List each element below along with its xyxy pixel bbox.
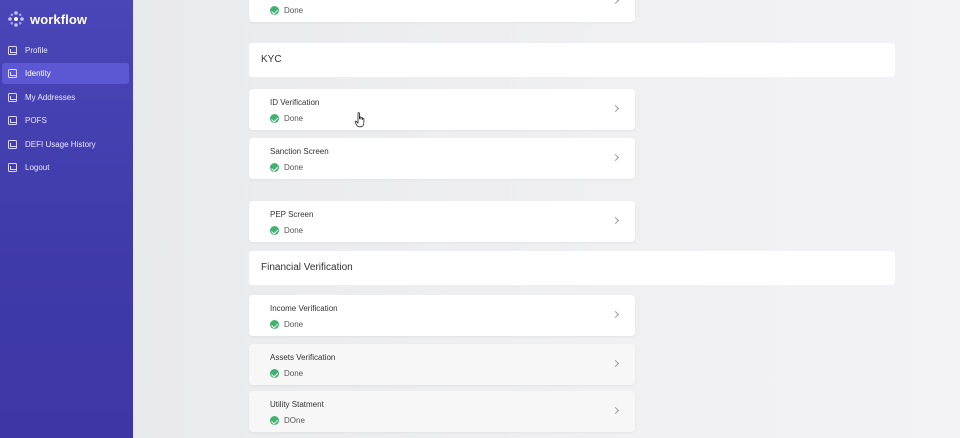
section-title: KYC — [261, 54, 282, 65]
status-text: Done — [284, 320, 304, 329]
card-title: ID Verification — [270, 98, 320, 107]
sidebar-item-identity[interactable]: Identity — [2, 63, 129, 85]
section-title: Financial Verification — [261, 262, 353, 273]
check-circle-icon — [270, 114, 279, 123]
sidebar-item-label: My Addresses — [25, 92, 76, 102]
chevron-right-icon — [611, 216, 620, 225]
chart-icon — [8, 139, 17, 149]
card-title: Assets Verification — [270, 353, 336, 362]
status: Done — [270, 226, 303, 235]
verification-card-income-verification[interactable]: Income Verification Done — [249, 295, 635, 336]
card-title: PEP Screen — [270, 210, 314, 219]
status-text: DOne — [284, 416, 305, 425]
chart-icon — [8, 92, 17, 102]
sidebar-item-logout[interactable]: Logout — [2, 157, 129, 178]
status: Done — [270, 6, 303, 15]
check-circle-icon — [270, 416, 279, 425]
sidebar-item-pofs[interactable]: POFS — [2, 110, 129, 131]
chevron-right-icon — [611, 104, 620, 113]
verification-card-top[interactable]: Done — [249, 0, 635, 22]
chart-icon — [8, 162, 17, 172]
sidebar-item-label: Profile — [25, 46, 48, 55]
check-circle-icon — [270, 369, 279, 378]
check-circle-icon — [270, 320, 279, 329]
chevron-right-icon — [611, 0, 620, 5]
chevron-right-icon — [611, 359, 620, 368]
status: Done — [270, 320, 303, 329]
sidebar-item-label: DEFI Usage History — [25, 139, 96, 149]
verification-card-utility-statment[interactable]: Utility Statment DOne — [249, 391, 635, 432]
section-financial-verification: Financial Verification — [249, 251, 895, 285]
chart-icon — [8, 46, 17, 55]
status: Done — [270, 163, 303, 172]
card-title: Utility Statment — [270, 400, 324, 409]
sidebar-item-label: Logout — [25, 162, 50, 172]
status: DOne — [270, 416, 305, 425]
brand-name: workflow — [30, 11, 88, 27]
status-text: Done — [284, 163, 304, 172]
sidebar-item-label: POFS — [25, 116, 47, 126]
status-text: Done — [284, 6, 304, 15]
check-circle-icon — [270, 6, 279, 15]
sidebar-item-my-addresses[interactable]: My Addresses — [2, 87, 129, 108]
sidebar-item-profile[interactable]: Profile — [2, 40, 129, 61]
sidebar: workflow Profile Identity My Addresses P… — [0, 0, 133, 438]
sidebar-item-label: Identity — [25, 69, 51, 79]
check-circle-icon — [270, 226, 279, 235]
status: Done — [270, 369, 303, 378]
chart-icon — [8, 69, 17, 79]
chevron-right-icon — [611, 406, 620, 415]
hand-pointer-cursor-icon — [354, 112, 365, 128]
status-text: Done — [284, 369, 304, 378]
status: Done — [270, 114, 303, 123]
brand[interactable]: workflow — [7, 9, 87, 29]
chevron-right-icon — [611, 310, 620, 319]
check-circle-icon — [270, 163, 279, 172]
sidebar-item-defi-usage-history[interactable]: DEFI Usage History — [2, 134, 129, 155]
workflow-logo-icon — [8, 11, 24, 27]
card-title: Sanction Screen — [270, 147, 329, 156]
chart-icon — [8, 116, 17, 126]
status-text: Done — [284, 226, 304, 235]
chevron-right-icon — [611, 153, 620, 162]
section-kyc: KYC — [249, 43, 895, 77]
verification-card-sanction-screen[interactable]: Sanction Screen Done — [249, 138, 635, 179]
verification-card-assets-verification[interactable]: Assets Verification Done — [249, 344, 635, 385]
status-text: Done — [284, 114, 304, 123]
verification-card-id-verification[interactable]: ID Verification Done — [249, 89, 635, 130]
card-title: Income Verification — [270, 304, 338, 313]
sidebar-nav: Profile Identity My Addresses POFS DEFI … — [0, 40, 133, 180]
verification-card-pep-screen[interactable]: PEP Screen Done — [249, 201, 635, 242]
